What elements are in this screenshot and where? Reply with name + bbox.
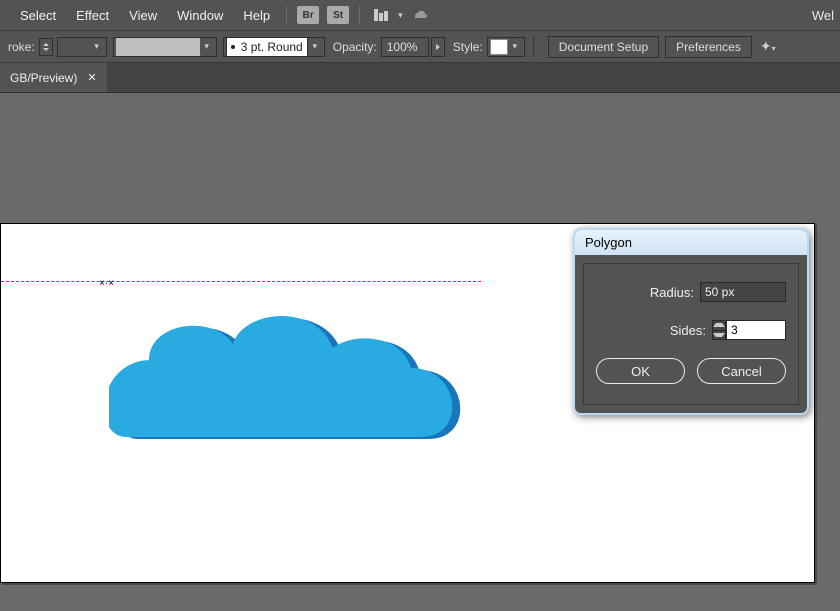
dialog-buttons: OK Cancel — [596, 358, 786, 384]
sides-stepper[interactable] — [712, 320, 726, 340]
control-bar: roke: ▾ ▾ 3 pt. Round ▾ Opacity: 100% St… — [0, 30, 840, 63]
document-tab[interactable]: GB/Preview) ✕ — [0, 63, 107, 92]
preferences-button[interactable]: Preferences — [665, 36, 752, 58]
ok-button[interactable]: OK — [596, 358, 685, 384]
opacity-combo[interactable]: 100% — [381, 37, 429, 57]
menu-separator — [286, 6, 287, 24]
stroke-weight-combo[interactable]: ▾ — [57, 37, 107, 57]
radius-input[interactable] — [700, 282, 786, 302]
main-menubar: Select Effect View Window Help Br St ▾ W… — [0, 0, 840, 30]
sides-label: Sides: — [670, 323, 706, 338]
menu-view[interactable]: View — [119, 8, 167, 23]
sides-input[interactable] — [726, 320, 786, 340]
menu-select[interactable]: Select — [10, 8, 66, 23]
graphic-style-combo[interactable]: ▾ — [487, 37, 525, 57]
variable-width-profile-combo[interactable]: ▾ — [113, 37, 217, 57]
arrange-documents-icon[interactable] — [374, 9, 388, 21]
stroke-label: roke: — [8, 40, 35, 54]
stepper-up-icon[interactable] — [713, 321, 725, 331]
document-tab-title: GB/Preview) — [10, 71, 77, 85]
dialog-titlebar[interactable]: Polygon — [575, 230, 807, 255]
align-flyout-icon[interactable]: ✦▾ — [760, 38, 776, 55]
sides-row: Sides: — [596, 320, 786, 340]
gpu-preview-icon[interactable] — [411, 8, 429, 22]
chevron-down-icon[interactable]: ▾ — [398, 10, 403, 21]
close-tab-icon[interactable]: ✕ — [87, 71, 96, 84]
polygon-dialog: Polygon Radius: Sides: OK Cancel — [573, 228, 809, 415]
document-tab-strip: GB/Preview) ✕ — [0, 63, 840, 93]
cloud-artwork[interactable] — [109, 274, 473, 444]
radius-row: Radius: — [596, 282, 786, 302]
stroke-weight-stepper[interactable] — [39, 38, 53, 56]
document-setup-button[interactable]: Document Setup — [548, 36, 659, 58]
menu-window[interactable]: Window — [167, 8, 233, 23]
radius-label: Radius: — [650, 285, 694, 300]
profile-swatch — [116, 38, 200, 56]
brush-definition-combo[interactable]: 3 pt. Round ▾ — [223, 37, 325, 57]
opacity-expand-icon[interactable] — [431, 37, 445, 57]
menu-separator-2 — [359, 6, 360, 24]
style-label: Style: — [453, 40, 483, 54]
workspace-switcher[interactable]: Wel — [806, 8, 840, 23]
dialog-body: Radius: Sides: OK Cancel — [583, 263, 799, 405]
stock-icon[interactable]: St — [327, 6, 349, 24]
stepper-down-icon[interactable] — [713, 331, 725, 340]
menu-help[interactable]: Help — [233, 8, 280, 23]
opacity-label: Opacity: — [333, 40, 377, 54]
menu-effect[interactable]: Effect — [66, 8, 119, 23]
control-separator — [533, 36, 534, 58]
brush-display: 3 pt. Round — [226, 37, 308, 57]
bridge-icon[interactable]: Br — [297, 6, 319, 24]
cancel-button[interactable]: Cancel — [697, 358, 786, 384]
